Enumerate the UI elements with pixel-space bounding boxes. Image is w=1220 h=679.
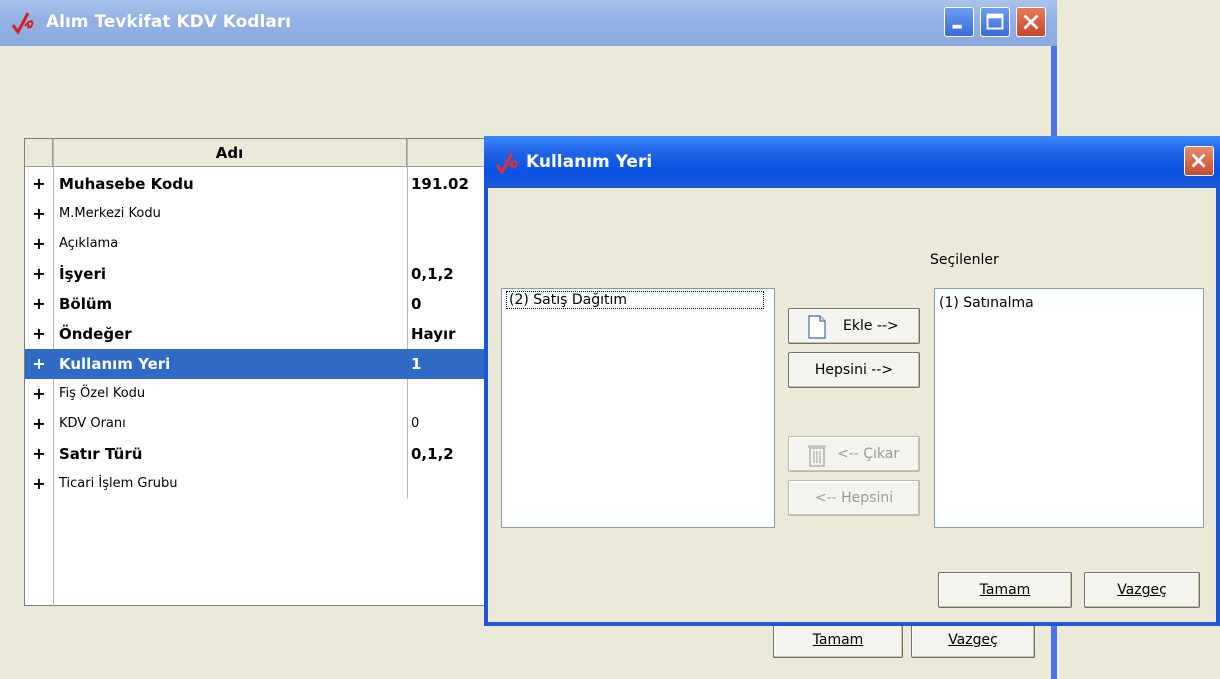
main-ok-button[interactable]: Tamam bbox=[773, 622, 903, 658]
expand-plus-icon[interactable]: + bbox=[25, 229, 53, 259]
app-logo-icon bbox=[494, 150, 522, 176]
grid-row-name: Bölüm bbox=[59, 295, 113, 313]
maximize-button[interactable] bbox=[980, 7, 1010, 37]
grid-row-value: 1 bbox=[411, 355, 422, 373]
kullanim-yeri-dialog: Kullanım Yeri (2) Satış Dağıtım Seçilenl… bbox=[484, 136, 1220, 626]
grid-row-value: 0 bbox=[411, 416, 420, 431]
selected-list-item[interactable]: (1) Satınalma bbox=[939, 295, 1034, 311]
dialog-titlebar[interactable]: Kullanım Yeri bbox=[484, 136, 1220, 188]
grid-row-value: 0,1,2 bbox=[411, 265, 454, 283]
maximize-icon bbox=[986, 13, 1004, 30]
grid-row-name: Ticari İşlem Grubu bbox=[59, 476, 178, 491]
grid-header-name[interactable]: Adı bbox=[53, 139, 407, 167]
dialog-title: Kullanım Yeri bbox=[526, 152, 653, 172]
available-list-item[interactable]: (2) Satış Dağıtım bbox=[506, 291, 764, 309]
grid-row-name: Kullanım Yeri bbox=[59, 355, 171, 373]
remove-button[interactable]: <-- Çıkar bbox=[788, 436, 920, 472]
grid-row-name: M.Merkezi Kodu bbox=[59, 206, 161, 221]
expand-plus-icon[interactable]: + bbox=[25, 349, 53, 379]
add-all-button[interactable]: Hepsini --> bbox=[788, 352, 920, 388]
app-logo-icon bbox=[10, 10, 38, 36]
expand-plus-icon[interactable]: + bbox=[25, 319, 53, 349]
available-list[interactable]: (2) Satış Dağıtım bbox=[501, 288, 775, 528]
grid-row-value: 0 bbox=[411, 295, 422, 313]
main-window-title: Alım Tevkifat KDV Kodları bbox=[46, 12, 292, 32]
close-button[interactable] bbox=[1016, 7, 1046, 37]
grid-row-name: KDV Oranı bbox=[59, 416, 126, 431]
expand-plus-icon[interactable]: + bbox=[25, 199, 53, 229]
expand-plus-icon[interactable]: + bbox=[25, 289, 53, 319]
grid-header-expander bbox=[25, 139, 53, 167]
dialog-close-button[interactable] bbox=[1184, 146, 1214, 176]
expand-plus-icon[interactable]: + bbox=[25, 169, 53, 199]
remove-all-button[interactable]: <-- Hepsini bbox=[788, 480, 920, 516]
document-icon bbox=[808, 315, 826, 339]
grid-row-value: Hayır bbox=[411, 325, 456, 343]
selected-list-label: Seçilenler bbox=[930, 252, 999, 268]
minimize-icon bbox=[952, 24, 962, 29]
grid-row-name: Öndeğer bbox=[59, 325, 132, 343]
dialog-cancel-button[interactable]: Vazgeç bbox=[1084, 572, 1200, 608]
expand-plus-icon[interactable]: + bbox=[25, 439, 53, 469]
grid-row-name: Satır Türü bbox=[59, 445, 143, 463]
expand-plus-icon[interactable]: + bbox=[25, 379, 53, 409]
trash-icon bbox=[808, 445, 826, 467]
main-window-titlebar[interactable]: Alım Tevkifat KDV Kodları bbox=[0, 0, 1057, 46]
minimize-button[interactable] bbox=[944, 7, 974, 37]
close-icon bbox=[1023, 14, 1039, 30]
expand-plus-icon[interactable]: + bbox=[25, 409, 53, 439]
grid-row-name: İşyeri bbox=[59, 265, 106, 283]
dialog-ok-button[interactable]: Tamam bbox=[938, 572, 1072, 608]
grid-row-value: 191.02 bbox=[411, 175, 469, 193]
expand-plus-icon[interactable]: + bbox=[25, 259, 53, 289]
grid-row-name: Açıklama bbox=[59, 236, 119, 251]
expand-plus-icon[interactable]: + bbox=[25, 469, 53, 499]
close-icon bbox=[1191, 153, 1206, 168]
selected-list[interactable]: (1) Satınalma bbox=[934, 288, 1204, 528]
main-cancel-button[interactable]: Vazgeç bbox=[911, 622, 1035, 658]
grid-row-value: 0,1,2 bbox=[411, 445, 454, 463]
add-button[interactable]: Ekle --> bbox=[788, 308, 920, 344]
grid-row-name: Muhasebe Kodu bbox=[59, 175, 194, 193]
grid-row-name: Fiş Özel Kodu bbox=[59, 386, 146, 401]
